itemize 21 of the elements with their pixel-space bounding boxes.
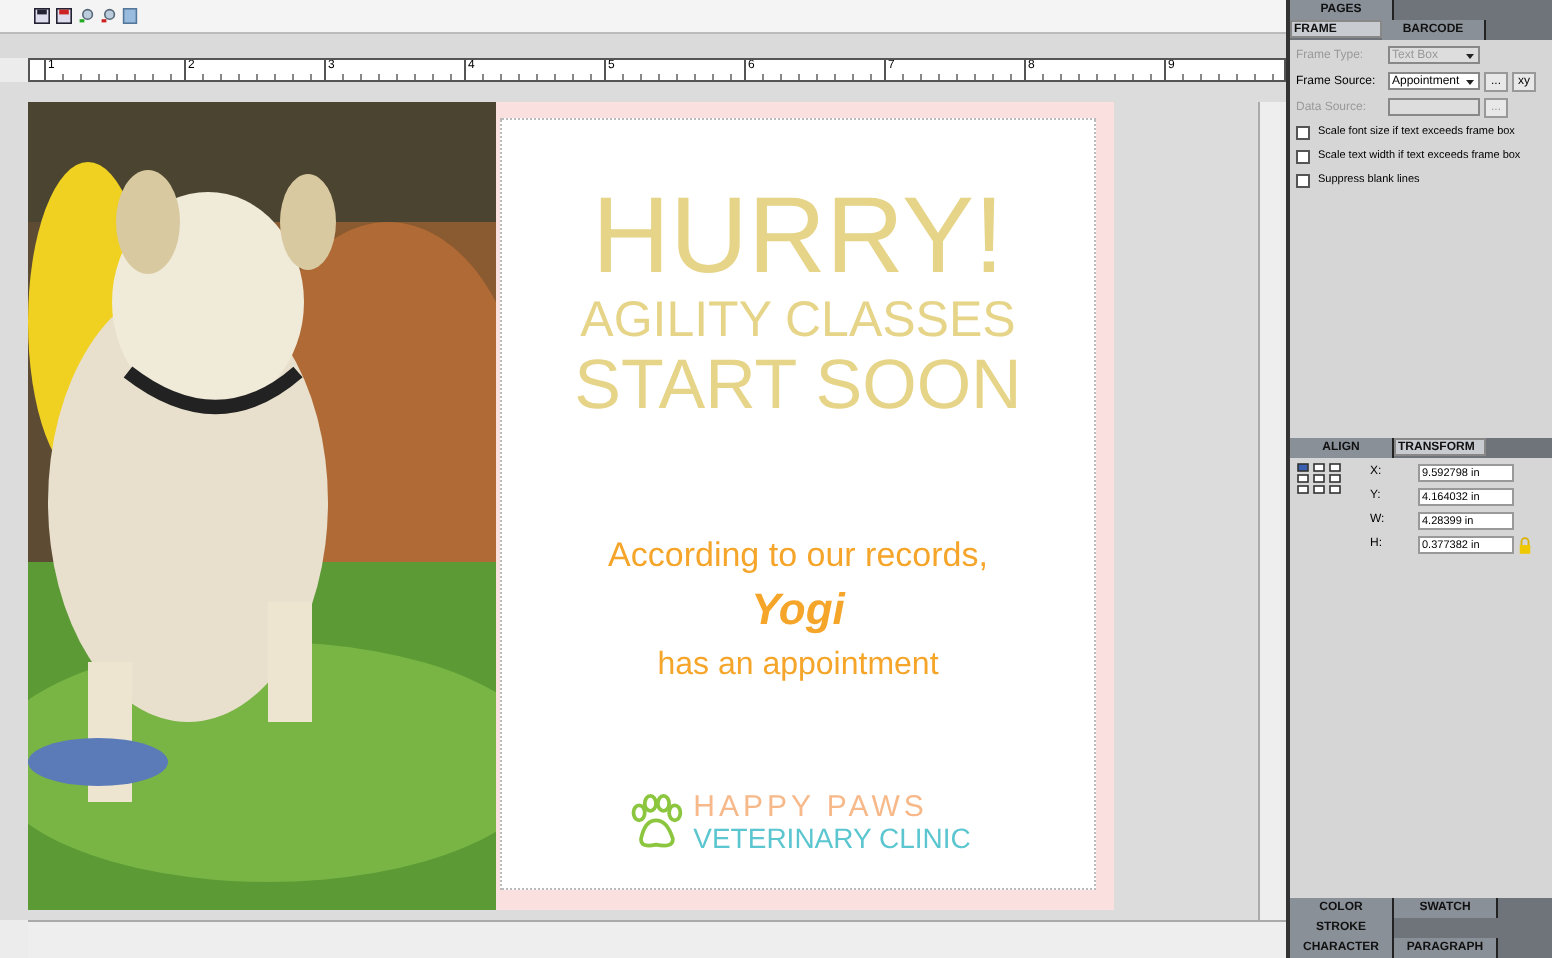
subheadline: AGILITY CLASSES [580,292,1016,348]
anchor-grid-icon[interactable] [1296,462,1342,494]
input-field[interactable] [1388,98,1480,116]
fit-page-icon[interactable] [122,8,138,24]
logo-text: VETERINARY CLINIC [693,824,971,854]
checkbox[interactable] [1296,125,1310,139]
checkbox[interactable] [1296,149,1310,163]
headline: HURRY! [591,180,1005,292]
pet-name: Yogi [751,584,845,636]
vertical-scrollbar[interactable] [1258,102,1286,920]
save-icon[interactable] [34,8,50,24]
dropdown-arrow-icon[interactable] [1464,75,1476,87]
zoom-in-icon[interactable] [78,8,94,24]
checkbox[interactable] [1296,173,1310,187]
dropdown-arrow-icon[interactable] [1464,49,1476,61]
save-icon[interactable] [56,8,72,24]
zoom-out-icon[interactable] [100,8,116,24]
logo-text: HAPPY PAWS [693,792,930,824]
body-text: According to our records, [608,536,988,576]
subheadline: START SOON [574,348,1022,424]
body-text: has an appointment [657,648,939,684]
